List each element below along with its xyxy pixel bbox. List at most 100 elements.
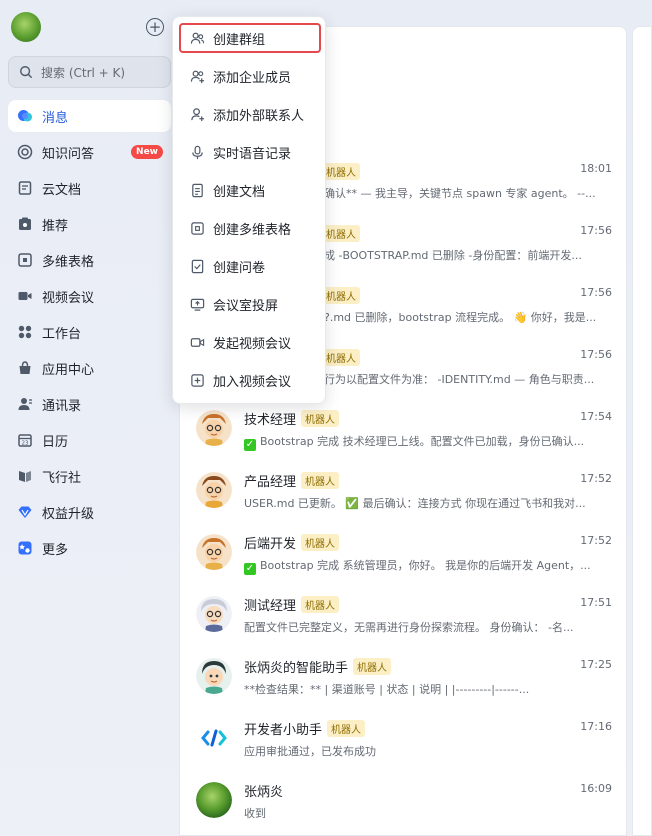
chat-name: 后端开发 机器人 [244,533,340,552]
chat-preview: USER.md 已更新。 ✅ 最后确认：连接方式 你现在通过飞书和我对... [244,497,586,510]
bot-tag: 机器人 [327,720,366,737]
create-group-icon [189,30,205,46]
app-center-icon [17,360,33,376]
avatar [196,658,232,694]
bot-tag: 机器人 [301,596,340,613]
chat-time: 17:54 [580,410,612,423]
flight-club-icon [17,468,33,484]
sidebar: + 搜索 (Ctrl + K) 消息 知识问答 New 云文档 推荐 多维表格 … [0,0,178,836]
sidebar-item-contacts[interactable]: 通讯录 [8,388,171,420]
video-meeting-icon [17,288,33,304]
more-icon [17,540,33,556]
bot-tag: 机器人 [322,349,360,366]
sidebar-item-messages[interactable]: 消息 [8,100,171,132]
plus-icon: + [148,17,162,36]
search-placeholder: 搜索 (Ctrl + K) [41,65,126,80]
sidebar-item-label: 工作台 [42,326,82,342]
sidebar-nav: 消息 知识问答 New 云文档 推荐 多维表格 视频会议 工作台 应用中心 通讯… [8,100,171,568]
chat-time: 18:01 [580,162,612,175]
chat-name: 产品经理 机器人 [244,471,340,490]
chat-time: 17:56 [580,348,612,361]
avatar [196,596,232,632]
chat-preview: ✓ Bootstrap 完成 技术经理已上线。配置文件已加载，身份已确认... [244,435,585,451]
upgrade-icon [17,504,33,520]
add-external-contact-icon [189,106,205,122]
menu-item-label: 创建群组 [213,32,266,48]
menu-start-video-meeting[interactable]: 发起视频会议 [179,327,321,357]
chat-list-item[interactable]: 产品经理 机器人 17:52 USER.md 已更新。 ✅ 最后确认：连接方式 你… [180,463,628,525]
chat-preview: 收到 [244,807,266,820]
add-member-icon [189,68,205,84]
chat-preview: **检查结果：** | 渠道账号 | 状态 | 说明 | |---------|… [244,683,530,696]
chat-time: 17:56 [580,286,612,299]
chat-preview: 配置文件已完整定义，无需再进行身份探索流程。 身份确认： -名... [244,621,574,634]
check-icon: ✓ [244,439,256,451]
sidebar-item-upgrade[interactable]: 权益升级 [8,496,171,528]
menu-item-label: 创建问卷 [213,260,266,276]
sidebar-item-bitable[interactable]: 多维表格 [8,244,171,276]
menu-screen-cast[interactable]: 会议室投屏 [179,289,321,319]
menu-add-external-contact[interactable]: 添加外部联系人 [179,99,321,129]
create-plus-button[interactable]: + [146,18,164,36]
sidebar-item-flight-club[interactable]: 飞行社 [8,460,171,492]
chat-preview: 确认** — 我主导，关键节点 spawn 专家 agent。 --... [324,187,596,200]
calendar-icon: 23 [17,432,33,448]
screen-cast-icon [189,296,205,312]
chat-name: 技术经理 机器人 [244,409,340,428]
menu-item-label: 创建文档 [213,184,266,200]
chat-time: 16:09 [580,782,612,795]
document-icon [189,182,205,198]
chat-list-item[interactable]: 测试经理 机器人 17:51 配置文件已完整定义，无需再进行身份探索流程。 身份确… [180,587,628,649]
avatar [196,472,232,508]
chat-preview: 成 -BOOTSTRAP.md 已删除 -身份配置：前端开发... [324,249,582,262]
right-panel [632,26,652,836]
avatar [196,410,232,446]
chat-list-item[interactable]: 后端开发 机器人 17:52 ✓ Bootstrap 完成 系统管理员，你好。 我是… [180,525,628,587]
message-icon [17,108,33,124]
sidebar-item-label: 飞行社 [42,470,82,486]
svg-text:23: 23 [22,441,29,447]
menu-item-label: 会议室投屏 [213,298,279,314]
menu-item-label: 创建多维表格 [213,222,292,238]
sidebar-item-video-meeting[interactable]: 视频会议 [8,280,171,312]
sidebar-item-calendar[interactable]: 23 日历 [8,424,171,456]
menu-voice-record[interactable]: 实时语音记录 [179,137,321,167]
video-camera-icon [189,334,205,350]
sidebar-item-more[interactable]: 更多 [8,532,171,564]
avatar [196,782,232,818]
sidebar-item-knowledge[interactable]: 知识问答 New [8,136,171,168]
sidebar-item-label: 多维表格 [42,254,95,270]
menu-create-doc[interactable]: 创建文档 [179,175,321,205]
knowledge-icon [17,144,33,160]
chat-name: 张炳炎的智能助手 机器人 [244,657,392,676]
user-avatar[interactable] [11,12,41,42]
chat-time: 17:25 [580,658,612,671]
sidebar-item-recommend[interactable]: 推荐 [8,208,171,240]
avatar [196,534,232,570]
chat-list-item[interactable]: 技术经理 机器人 17:54 ✓ Bootstrap 完成 技术经理已上线。配置文件… [180,401,628,463]
sidebar-item-cloud-docs[interactable]: 云文档 [8,172,171,204]
chat-list-item[interactable]: 开发者小助手 机器人 17:16 应用审批通过，已发布成功 [180,711,628,773]
sidebar-item-app-center[interactable]: 应用中心 [8,352,171,384]
sidebar-item-workplace[interactable]: 工作台 [8,316,171,348]
search-box[interactable]: 搜索 (Ctrl + K) [8,56,171,88]
chat-list-item[interactable]: 张炳炎 16:09 收到 [180,773,628,835]
menu-create-survey[interactable]: 创建问卷 [179,251,321,281]
new-badge: New [131,145,163,159]
chat-name: 开发者小助手 机器人 [244,719,366,738]
bot-tag: 机器人 [301,534,340,551]
chat-time: 17:56 [580,224,612,237]
chat-preview: 应用审批通过，已发布成功 [244,745,376,758]
bot-tag: 机器人 [353,658,392,675]
menu-create-group[interactable]: 创建群组 [179,23,321,53]
menu-create-bitable[interactable]: 创建多维表格 [179,213,321,243]
menu-add-member[interactable]: 添加企业成员 [179,61,321,91]
chat-time: 17:16 [580,720,612,733]
menu-join-video-meeting[interactable]: 加入视频会议 [179,365,321,395]
sidebar-item-label: 更多 [42,542,69,558]
chat-list-item[interactable]: 张炳炎的智能助手 机器人 17:25 **检查结果：** | 渠道账号 | 状态 … [180,649,628,711]
bot-tag: 机器人 [322,287,360,304]
chat-name: 张炳炎 [244,785,284,800]
workplace-icon [17,324,33,340]
chat-time: 17:51 [580,596,612,609]
